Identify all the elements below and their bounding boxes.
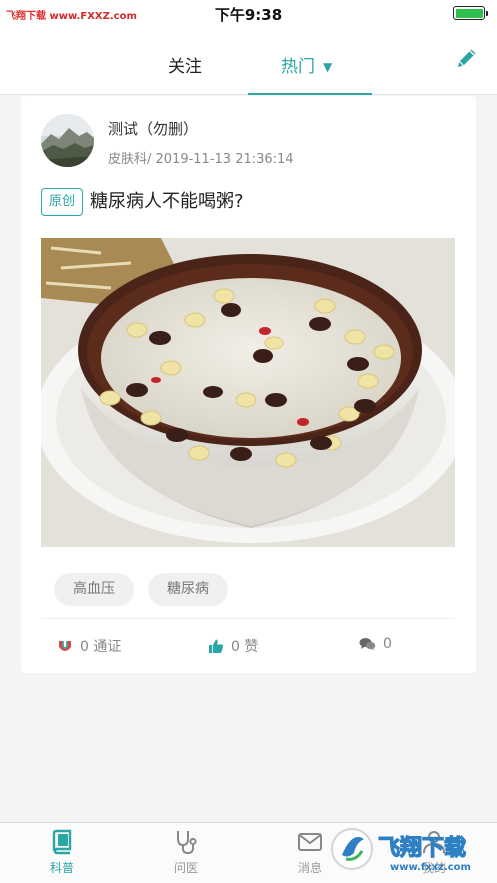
like-button[interactable]: 0 赞 <box>208 636 258 656</box>
tag-hypertension[interactable]: 高血压 <box>54 573 134 606</box>
tab-ask-doctor-label: 问医 <box>173 861 198 875</box>
comment-count: 0 <box>383 636 392 652</box>
like-count: 0 赞 <box>231 639 259 655</box>
book-icon <box>52 829 72 855</box>
avatar[interactable] <box>41 114 94 167</box>
comment-button[interactable]: 0 <box>359 636 392 652</box>
top-nav: 关注 热门 ▼ <box>0 28 497 95</box>
tab-science[interactable]: 科普 <box>32 829 92 876</box>
battery-fill <box>455 8 483 18</box>
tab-follow[interactable]: 关注 <box>168 52 202 77</box>
comment-icon <box>359 638 376 651</box>
token-icon <box>59 641 71 651</box>
tag-diabetes[interactable]: 糖尿病 <box>148 573 228 606</box>
thumbs-up-icon <box>209 639 224 653</box>
divider <box>41 618 455 619</box>
congee-bowl-image <box>41 238 455 547</box>
status-time: 下午9:38 <box>214 6 283 24</box>
tab-follow-label: 关注 <box>168 57 202 77</box>
author-name[interactable]: 测试（勿删） <box>108 118 198 139</box>
post-title[interactable]: 糖尿病人不能喝粥? <box>90 188 244 215</box>
tab-hot-label: 热门 <box>281 57 315 77</box>
watermark-title: 飞翔下载 <box>378 835 466 861</box>
token-button[interactable]: 0 通证 <box>57 636 121 656</box>
watermark-url: www.fxxz.com <box>390 862 471 873</box>
post-image[interactable] <box>41 238 455 547</box>
tab-active-indicator <box>248 93 372 95</box>
avatar-image <box>41 114 94 167</box>
mail-icon <box>298 833 322 851</box>
tab-science-label: 科普 <box>49 861 74 875</box>
post-meta: 皮肤科/ 2019-11-13 21:36:14 <box>108 152 294 167</box>
tab-hot[interactable]: 热门 ▼ <box>281 52 332 77</box>
original-badge: 原创 <box>41 188 83 216</box>
pencil-icon[interactable] <box>455 46 479 70</box>
stethoscope-icon <box>177 831 197 855</box>
status-bar: 飞翔下载 www.FXXZ.com 下午9:38 <box>0 0 497 28</box>
post-card[interactable]: 测试（勿删） 皮肤科/ 2019-11-13 21:36:14 原创 糖尿病人不… <box>21 96 476 673</box>
watermark-logo: 飞翔下载 www.fxxz.com <box>331 828 471 873</box>
token-count: 0 通证 <box>80 639 122 655</box>
caret-down-icon: ▼ <box>323 60 333 74</box>
battery-icon <box>453 6 488 20</box>
tab-ask-doctor[interactable]: 问医 <box>156 829 216 876</box>
tab-messages-label: 消息 <box>297 861 322 875</box>
